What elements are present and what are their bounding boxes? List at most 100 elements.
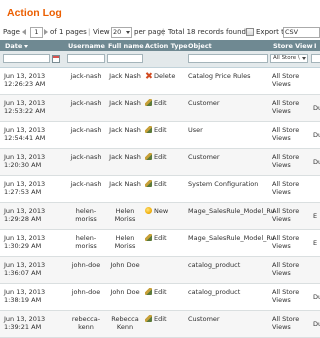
username-cell: jack-nash xyxy=(70,126,102,134)
table-row[interactable]: Jun 13, 2013 1:27:53 AM jack-nash Jack Nas… xyxy=(0,176,320,203)
full-name-cell: Helen Moriss xyxy=(114,234,136,250)
column-username[interactable]: Username xyxy=(68,42,105,50)
object-cell: catalog_product xyxy=(188,261,241,269)
username-cell: helen-moriss xyxy=(75,207,97,223)
username-cell: helen-moriss xyxy=(75,234,97,250)
of-pages-label: of 1 pages xyxy=(50,28,87,36)
edit-icon xyxy=(145,152,152,160)
view-label: View xyxy=(93,28,110,36)
extra-cell: Du xyxy=(313,158,320,166)
table-row[interactable]: Jun 13, 2013 12:26:23 AM jack-nash Jack Na… xyxy=(0,68,320,95)
new-icon xyxy=(145,206,152,214)
table-row[interactable]: Jun 13, 2013 1:38:19 AM john-doe John Doe E… xyxy=(0,284,320,311)
date-cell: Jun 13, 2013 1:39:21 AM xyxy=(4,315,46,331)
object-cell: Customer xyxy=(188,99,220,107)
username-cell: jack-nash xyxy=(70,153,102,161)
store-view-cell: All Store Views xyxy=(272,153,300,169)
full-name-cell: John Doe xyxy=(110,288,140,296)
object-cell: catalog_product xyxy=(188,288,241,296)
store-view-cell: All Store Views xyxy=(272,180,300,196)
date-cell: Jun 13, 2013 1:38:19 AM xyxy=(4,288,46,304)
full-name-cell: John Doe xyxy=(110,261,140,269)
pager-separator: | xyxy=(162,28,165,36)
grid-header: Date Username Full name Action Type Obje… xyxy=(0,40,320,51)
action-type-cell: Edit xyxy=(145,125,185,134)
date-cell: Jun 13, 2013 1:29:28 AM xyxy=(4,207,46,223)
column-object[interactable]: Object xyxy=(188,42,212,50)
object-filter-input[interactable] xyxy=(188,54,268,63)
extra-cell: E xyxy=(313,212,318,220)
object-cell: Customer xyxy=(188,315,220,323)
sort-arrow-icon xyxy=(24,44,29,48)
store-view-cell: All Store Views xyxy=(272,99,300,115)
object-cell: System Configuration xyxy=(188,180,259,188)
store-view-cell: All Store Views xyxy=(272,315,300,331)
chevron-down-icon xyxy=(302,57,306,60)
table-row[interactable]: Jun 13, 2013 1:20:30 AM jack-nash Jack Nas… xyxy=(0,149,320,176)
username-cell: jack-nash xyxy=(70,180,102,188)
previous-page-icon[interactable] xyxy=(22,29,26,35)
date-cell: Jun 13, 2013 1:36:07 AM xyxy=(4,261,46,277)
export-format-select[interactable]: CSV xyxy=(283,27,320,38)
extra-filter-input[interactable] xyxy=(311,54,320,63)
column-extra[interactable]: I xyxy=(314,42,316,50)
edit-icon xyxy=(145,98,152,106)
table-row[interactable]: Jun 13, 2013 1:29:28 AM helen-moriss Helen… xyxy=(0,203,320,230)
object-cell: Catalog Price Rules xyxy=(188,72,251,80)
column-store-view[interactable]: Store View xyxy=(273,42,313,50)
table-row[interactable]: Jun 13, 2013 12:53:22 AM jack-nash Jack Na… xyxy=(0,95,320,122)
action-type-cell: Edit xyxy=(145,98,185,107)
action-type-label: Edit xyxy=(154,99,167,107)
edit-icon xyxy=(145,125,152,133)
date-cell: Jun 13, 2013 1:30:29 AM xyxy=(4,234,46,250)
full-name-cell: Helen Moriss xyxy=(114,207,136,223)
export-icon xyxy=(246,28,254,36)
edit-icon xyxy=(145,314,152,322)
calendar-icon[interactable] xyxy=(52,55,60,63)
full-name-cell: Jack Nash xyxy=(109,153,141,161)
object-cell: Mage_SalesRule_Model_Rule xyxy=(188,207,274,215)
full-name-cell: Jack Nash xyxy=(109,72,141,80)
table-row[interactable]: Jun 13, 2013 12:54:41 AM jack-nash Jack Na… xyxy=(0,122,320,149)
edit-icon xyxy=(145,233,152,241)
full-name-cell: Jack Nash xyxy=(109,126,141,134)
action-type-cell: Edit xyxy=(145,233,185,242)
filter-row: All Store \ xyxy=(0,51,320,68)
full-name-cell: Rebecca Kenn xyxy=(111,315,139,331)
date-cell: Jun 13, 2013 1:27:53 AM xyxy=(4,180,46,196)
edit-icon xyxy=(145,287,152,295)
full-name-filter-input[interactable] xyxy=(107,54,143,63)
per-page-label: per page xyxy=(134,28,166,36)
store-view-cell: All Store Views xyxy=(272,72,300,88)
object-cell: Mage_SalesRule_Model_Rule xyxy=(188,234,274,242)
action-type-label: Edit xyxy=(154,180,167,188)
username-cell: john-doe xyxy=(71,288,101,296)
table-row[interactable]: Jun 13, 2013 1:39:21 AM rebecca-kenn Rebec… xyxy=(0,311,320,338)
page-input[interactable]: 1 xyxy=(30,27,43,38)
pager-separator: | xyxy=(88,28,91,36)
store-view-cell: All Store Views xyxy=(272,207,300,223)
action-type-cell: Edit xyxy=(145,287,185,296)
next-page-icon[interactable] xyxy=(44,29,48,35)
action-type-cell: Edit xyxy=(145,314,185,323)
export-format-value: CSV xyxy=(285,28,299,36)
table-row[interactable]: Jun 13, 2013 1:36:07 AM john-doe John Doe c… xyxy=(0,257,320,284)
action-type-cell: Edit xyxy=(145,152,185,161)
page-title: Action Log xyxy=(7,7,62,19)
total-records: Total 18 records found xyxy=(168,28,247,36)
column-date[interactable]: Date xyxy=(5,42,29,50)
store-view-filter-select[interactable]: All Store \ xyxy=(270,54,308,63)
column-action-type[interactable]: Action Type xyxy=(145,42,188,50)
store-view-cell: All Store Views xyxy=(272,126,300,142)
page-label: Page xyxy=(3,28,20,36)
table-row[interactable]: Jun 13, 2013 1:30:29 AM helen-moriss Helen… xyxy=(0,230,320,257)
action-type-label: Edit xyxy=(154,126,167,134)
date-cell: Jun 13, 2013 1:20:30 AM xyxy=(4,153,46,169)
username-filter-input[interactable] xyxy=(67,54,105,63)
action-type-label: New xyxy=(154,207,169,215)
store-view-cell: All Store Views xyxy=(272,261,300,277)
date-filter-input[interactable] xyxy=(3,54,50,63)
delete-icon xyxy=(145,72,152,79)
per-page-select[interactable]: 20 xyxy=(111,27,132,38)
column-full-name[interactable]: Full name xyxy=(108,42,144,50)
